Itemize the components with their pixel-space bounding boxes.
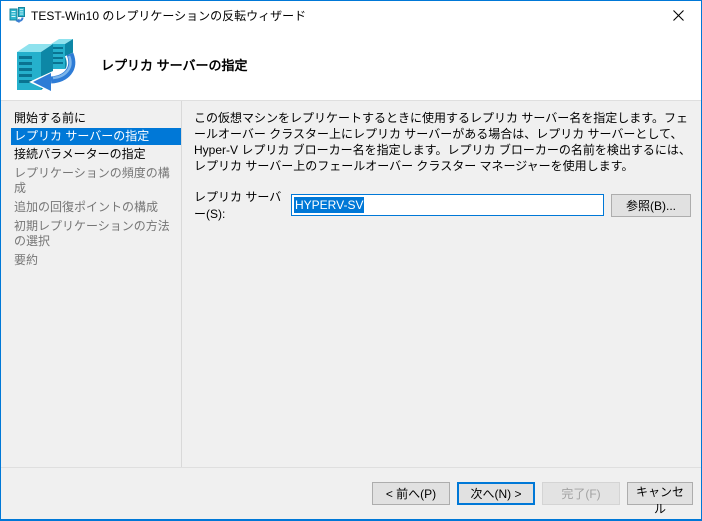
wizard-button-bar: < 前へ(P) 次へ(N) > 完了(F) キャンセル — [1, 468, 701, 519]
replica-server-input[interactable]: HYPERV-SV — [291, 194, 604, 216]
cancel-button[interactable]: キャンセル — [627, 482, 693, 516]
back-button[interactable]: < 前へ(P) — [372, 482, 450, 505]
browse-button[interactable]: 参照(B)... — [611, 193, 691, 217]
replica-server-value-selected: HYPERV-SV — [294, 197, 365, 213]
sidebar-item-connection-parameters[interactable]: 接続パラメーターの指定 — [1, 145, 181, 164]
replica-wizard-app-icon — [9, 7, 25, 23]
finish-button: 完了(F) — [542, 482, 620, 505]
replication-servers-icon — [15, 36, 79, 94]
wizard-steps-sidebar: 開始する前に レプリカ サーバーの指定 接続パラメーターの指定 レプリケーション… — [1, 101, 182, 467]
wizard-header: レプリカ サーバーの指定 — [1, 29, 701, 101]
sidebar-item-summary: 要約 — [14, 253, 39, 267]
next-button[interactable]: 次へ(N) > — [457, 482, 535, 505]
sidebar-item-additional-recovery-points: 追加の回復ポイントの構成 — [14, 200, 159, 214]
page-title: レプリカ サーバーの指定 — [101, 58, 248, 73]
wizard-page-content: この仮想マシンをレプリケートするときに使用するレプリカ サーバー名を指定します。… — [182, 101, 701, 467]
page-description: この仮想マシンをレプリケートするときに使用するレプリカ サーバー名を指定します。… — [194, 111, 691, 173]
replica-server-field-row: レプリカ サーバー(S): HYPERV-SV 参照(B)... — [194, 188, 691, 222]
replica-server-label: レプリカ サーバー(S): — [194, 190, 282, 221]
close-icon — [672, 9, 684, 21]
sidebar-item-replication-frequency: レプリケーションの頻度の構成 — [14, 166, 170, 195]
sidebar-item-before-you-begin[interactable]: 開始する前に — [1, 109, 181, 128]
title-bar: TEST-Win10 のレプリケーションの反転ウィザード — [1, 1, 701, 29]
sidebar-item-initial-replication-method: 初期レプリケーションの方法の選択 — [14, 219, 170, 248]
sidebar-item-specify-replica-server[interactable]: レプリカ サーバーの指定 — [11, 128, 181, 145]
window-title: TEST-Win10 のレプリケーションの反転ウィザード — [31, 8, 307, 23]
wizard-body: 開始する前に レプリカ サーバーの指定 接続パラメーターの指定 レプリケーション… — [1, 101, 701, 467]
close-button[interactable] — [655, 1, 701, 29]
wizard-window: TEST-Win10 のレプリケーションの反転ウィザード レプリカ サーバーの指… — [0, 0, 702, 521]
